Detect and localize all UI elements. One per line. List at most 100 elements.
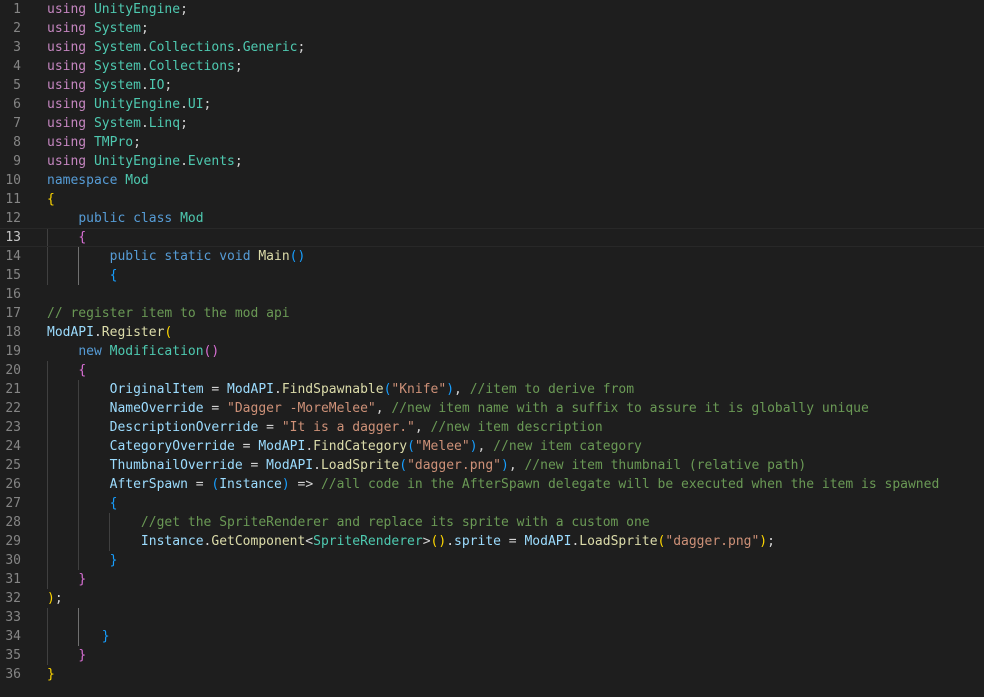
- code-line[interactable]: 26 AfterSpawn = (Instance) => //all code…: [0, 475, 984, 494]
- code-line[interactable]: 16: [0, 285, 984, 304]
- code-token: {: [47, 192, 55, 207]
- code-token: CategoryOverride: [109, 439, 235, 454]
- code-token: (: [164, 325, 173, 340]
- code-token: ThumbnailOverride: [109, 458, 243, 473]
- code-token: Linq: [148, 116, 181, 131]
- code-editor[interactable]: 1 using UnityEngine; 2 using System; 3 using …: [0, 0, 984, 697]
- code-token: System: [93, 21, 141, 36]
- code-token: }: [109, 553, 118, 568]
- code-token: .: [140, 59, 149, 74]
- line-code: {: [47, 190, 55, 209]
- code-token: ;: [54, 591, 63, 606]
- line-code: namespace Mod: [47, 171, 149, 190]
- code-token: Main: [258, 249, 290, 264]
- code-line[interactable]: 10 namespace Mod: [0, 171, 984, 190]
- code-token: // register item to the mod api: [47, 306, 290, 321]
- code-token: //item to derive from: [469, 382, 635, 397]
- code-token: IO: [148, 78, 165, 93]
- code-line[interactable]: 5 using System.IO;: [0, 76, 984, 95]
- code-line[interactable]: 9 using UnityEngine.Events;: [0, 152, 984, 171]
- code-token: .: [93, 325, 102, 340]
- line-code: using UnityEngine.Events;: [47, 152, 243, 171]
- line-number: 7: [13, 116, 21, 131]
- code-line[interactable]: 13 {: [0, 228, 984, 247]
- code-token: //new item category: [493, 439, 642, 454]
- code-line[interactable]: 4 using System.Collections;: [0, 57, 984, 76]
- code-token: UnityEngine: [93, 2, 181, 17]
- line-number: 34: [5, 629, 21, 644]
- code-line[interactable]: 17 // register item to the mod api: [0, 304, 984, 323]
- code-token: ModAPI: [266, 458, 314, 473]
- code-token: ): [759, 534, 768, 549]
- code-token: UnityEngine: [93, 97, 181, 112]
- code-line[interactable]: 11 {: [0, 190, 984, 209]
- code-token: using: [47, 21, 87, 36]
- line-number: 4: [13, 59, 21, 74]
- code-line[interactable]: 7 using System.Linq;: [0, 114, 984, 133]
- code-token: =: [203, 382, 228, 397]
- code-token: =: [203, 401, 228, 416]
- code-line[interactable]: 19 new Modification(): [0, 342, 984, 361]
- code-line[interactable]: 1 using UnityEngine;: [0, 0, 984, 19]
- code-token: ): [281, 477, 290, 492]
- code-line[interactable]: 35 }: [0, 646, 984, 665]
- line-number: 35: [5, 648, 21, 663]
- code-line[interactable]: 23 DescriptionOverride = "It is a dagger…: [0, 418, 984, 437]
- code-token: =: [234, 439, 259, 454]
- code-line[interactable]: 32);: [0, 589, 984, 608]
- code-token: using: [47, 40, 87, 55]
- code-line[interactable]: 24 CategoryOverride = ModAPI.FindCategor…: [0, 437, 984, 456]
- code-token: ;: [133, 135, 141, 150]
- code-line[interactable]: 25 ThumbnailOverride = ModAPI.LoadSprite…: [0, 456, 984, 475]
- code-token: ;: [203, 97, 212, 112]
- code-line[interactable]: 12 public class Mod: [0, 209, 984, 228]
- code-token: sprite: [454, 534, 501, 549]
- code-token: UI: [187, 97, 204, 112]
- line-number: 12: [5, 211, 21, 226]
- code-line[interactable]: 22 NameOverride = "Dagger -MoreMelee", /…: [0, 399, 984, 418]
- line-number: 36: [5, 667, 21, 682]
- line-code: ModAPI.Register(: [47, 323, 172, 342]
- line-code: {: [47, 494, 118, 513]
- code-token: {: [78, 230, 87, 245]
- line-number: 24: [5, 439, 21, 454]
- code-token: ModAPI: [524, 534, 572, 549]
- code-line[interactable]: 34 }: [0, 627, 984, 646]
- code-token: FindCategory: [313, 439, 408, 454]
- code-token: ): [446, 382, 455, 397]
- code-line[interactable]: 28 //get the SpriteRenderer and replace …: [0, 513, 984, 532]
- line-number: 33: [5, 610, 21, 625]
- code-token: =>: [289, 477, 321, 492]
- line-code: {: [47, 229, 86, 246]
- code-line[interactable]: 36}: [0, 665, 984, 684]
- code-token: GetComponent: [211, 534, 306, 549]
- code-line[interactable]: 2 using System;: [0, 19, 984, 38]
- code-line[interactable]: 15 {: [0, 266, 984, 285]
- code-line[interactable]: 14 public static void Main(): [0, 247, 984, 266]
- code-token: "dagger.png": [407, 458, 501, 473]
- code-token: ;: [297, 40, 306, 55]
- code-line[interactable]: 6 using UnityEngine.UI;: [0, 95, 984, 114]
- code-line[interactable]: 30 }: [0, 551, 984, 570]
- code-token: static: [164, 249, 212, 264]
- code-line[interactable]: 20 {: [0, 361, 984, 380]
- code-line[interactable]: 33: [0, 608, 984, 627]
- code-line[interactable]: 29 Instance. GetComponent<SpriteRenderer>…: [0, 532, 984, 551]
- code-token: using: [47, 116, 87, 131]
- code-line[interactable]: 27 {: [0, 494, 984, 513]
- code-line[interactable]: 31 }: [0, 570, 984, 589]
- code-line[interactable]: 3 using System.Collections.Generic;: [0, 38, 984, 57]
- line-number: 20: [5, 363, 21, 378]
- code-line[interactable]: 18 ModAPI.Register(: [0, 323, 984, 342]
- code-line[interactable]: 21 OriginalItem = ModAPI.FindSpawnable("…: [0, 380, 984, 399]
- code-token: ): [469, 439, 478, 454]
- code-line[interactable]: 8 using TMPro;: [0, 133, 984, 152]
